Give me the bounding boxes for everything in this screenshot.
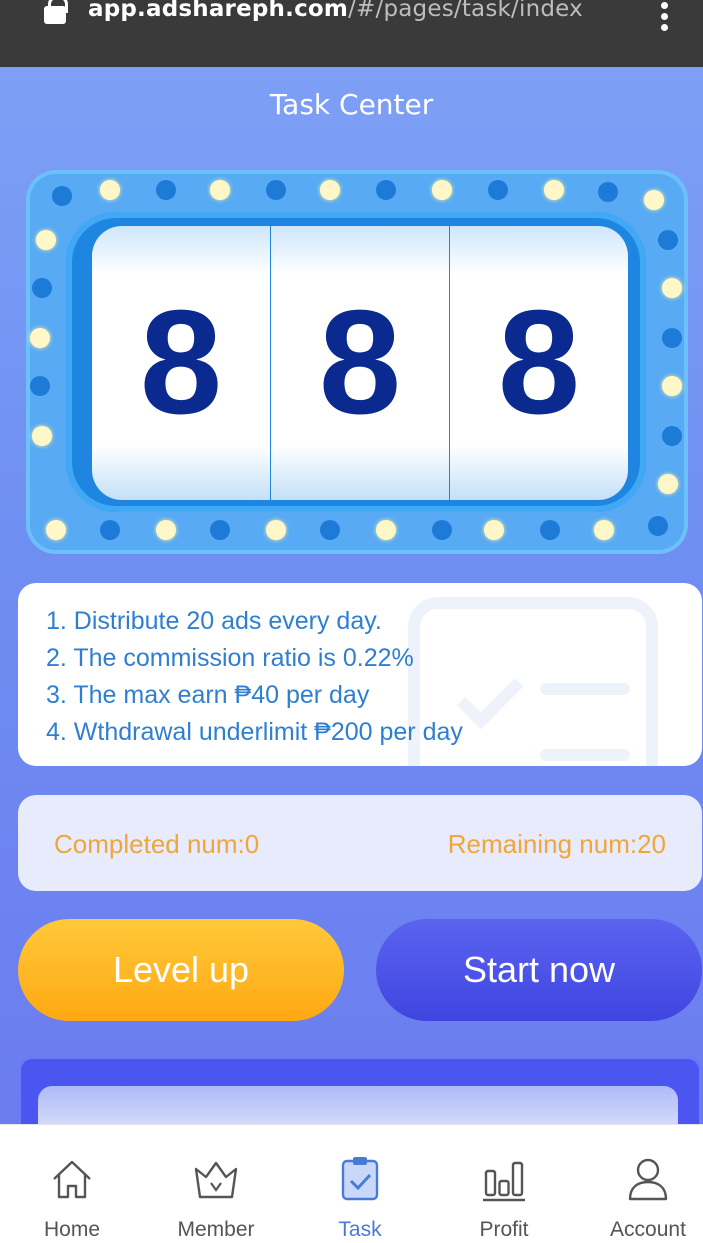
completed-count: Completed num:0	[54, 829, 260, 859]
tab-home[interactable]: Home	[2, 1125, 142, 1243]
rule-item: 4. Wthdrawal underlimit ₱200 per day	[46, 718, 463, 746]
tab-task[interactable]: Task	[290, 1125, 430, 1243]
bar-chart-icon	[483, 1161, 525, 1202]
slot-reel-2: 8	[271, 226, 449, 500]
marquee-light	[662, 426, 682, 446]
marquee-light	[544, 180, 564, 200]
marquee-light	[376, 180, 396, 200]
marquee-light	[32, 278, 52, 298]
marquee-light	[662, 376, 682, 396]
marquee-light	[52, 186, 72, 206]
level-up-button[interactable]: Level up	[18, 919, 344, 1021]
url-field[interactable]: app.adshareph.com/#/pages/task/index	[88, 0, 583, 22]
page-title: Task Center	[269, 88, 434, 121]
marquee-light	[376, 520, 396, 540]
marquee-light	[46, 520, 66, 540]
slot-machine: 8 8 8	[26, 170, 688, 554]
url-path: /#/pages/task/index	[348, 0, 583, 22]
tab-member[interactable]: Member	[146, 1125, 286, 1243]
marquee-light	[484, 520, 504, 540]
start-now-button[interactable]: Start now	[376, 919, 702, 1021]
marquee-light	[100, 520, 120, 540]
marquee-light	[488, 180, 508, 200]
marquee-light	[36, 230, 56, 250]
task-counts-panel: Completed num:0 Remaining num:20	[18, 795, 702, 891]
marquee-light	[30, 376, 50, 396]
remaining-count: Remaining num:20	[447, 829, 666, 859]
rule-item: 3. The max earn ₱40 per day	[46, 681, 370, 709]
rule-item: 1. Distribute 20 ads every day.	[46, 607, 382, 635]
marquee-light	[432, 520, 452, 540]
marquee-light	[662, 328, 682, 348]
marquee-light	[644, 190, 664, 210]
marquee-light	[30, 328, 50, 348]
marquee-light	[432, 180, 452, 200]
tab-label: Task	[338, 1218, 382, 1241]
marquee-light	[32, 426, 52, 446]
marquee-light	[320, 520, 340, 540]
rule-item: 2. The commission ratio is 0.22%	[46, 644, 414, 672]
marquee-light	[100, 180, 120, 200]
marquee-light	[210, 520, 230, 540]
url-host: app.adshareph.com	[88, 0, 349, 22]
rules-list: 1. Distribute 20 ads every day. 2. The c…	[46, 603, 463, 751]
tab-label: Profit	[479, 1218, 529, 1241]
crown-icon	[194, 1161, 238, 1199]
marquee-light	[594, 520, 614, 540]
marquee-light	[266, 520, 286, 540]
tab-label: Home	[43, 1218, 101, 1241]
clipboard-check-icon	[341, 1157, 379, 1201]
tab-label: Member	[177, 1218, 255, 1241]
tab-profit[interactable]: Profit	[434, 1125, 574, 1243]
tab-label: Account	[610, 1218, 686, 1241]
task-rules-card: 1. Distribute 20 ads every day. 2. The c…	[18, 583, 702, 766]
user-icon	[628, 1158, 668, 1201]
browser-url-bar: app.adshareph.com/#/pages/task/index	[0, 0, 703, 67]
marquee-light	[156, 520, 176, 540]
slot-reel-3: 8	[450, 226, 628, 500]
tab-account[interactable]: Account	[578, 1125, 703, 1243]
marquee-light	[648, 516, 668, 536]
marquee-light	[156, 180, 176, 200]
bottom-tab-bar: Home Member Task Profit Account	[0, 1124, 703, 1243]
marquee-light	[320, 180, 340, 200]
home-icon	[53, 1160, 91, 1199]
marquee-light	[658, 474, 678, 494]
slot-reel-1: 8	[92, 226, 270, 500]
marquee-light	[662, 278, 682, 298]
marquee-light	[658, 230, 678, 250]
more-options-icon[interactable]	[661, 2, 669, 31]
marquee-light	[210, 180, 230, 200]
marquee-light	[266, 180, 286, 200]
lock-icon	[44, 0, 68, 24]
marquee-light	[540, 520, 560, 540]
marquee-light	[598, 182, 618, 202]
